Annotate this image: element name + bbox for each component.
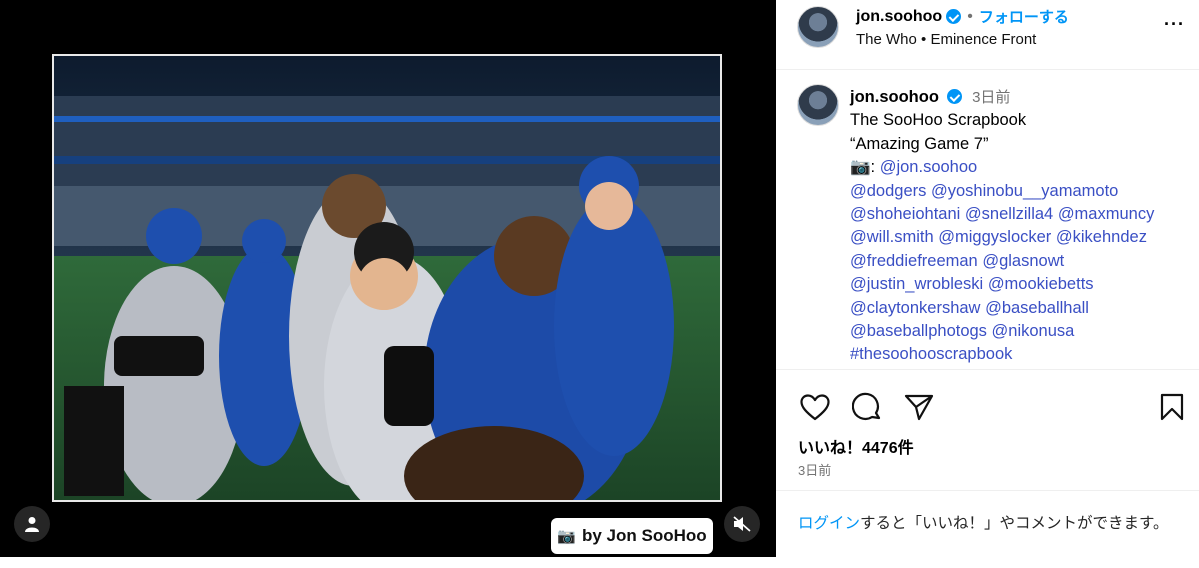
caption-line: The SooHoo Scrapbook (850, 111, 1027, 130)
save-button[interactable] (1157, 392, 1187, 422)
heart-icon (800, 393, 830, 420)
tag-people-button[interactable] (14, 506, 50, 542)
audio-muted-icon (733, 516, 751, 532)
comment-bubble-icon (852, 392, 881, 420)
mention-link[interactable]: @miggyslocker (938, 228, 1051, 246)
mention-link[interactable]: @glasnowt (982, 252, 1064, 270)
mention-link[interactable]: @kikehndez (1056, 228, 1147, 246)
post-caption: jon.soohoo 3日前 The SooHoo Scrapbook “Ama… (850, 86, 1195, 367)
caption-header-line: jon.soohoo 3日前 (850, 86, 1195, 109)
celebration-photo-illustration (54, 56, 720, 500)
caption-mentions: 📷: @jon.soohoo @dodgers @yoshinobu__yamam… (850, 156, 1195, 367)
share-button[interactable] (902, 392, 936, 422)
caption-line: “Amazing Game 7” (850, 134, 989, 153)
post-date[interactable]: 3日前 (798, 460, 831, 479)
login-prompt-text: すると「いいね！」やコメントができます。 (860, 515, 1169, 532)
login-link[interactable]: ログイン (798, 515, 860, 532)
audio-artist[interactable]: The Who (856, 31, 917, 48)
login-prompt: ログインすると「いいね！」やコメントができます。 (798, 512, 1193, 535)
mention-link[interactable]: @freddiefreeman (850, 252, 978, 270)
mention-link[interactable]: @baseballphotogs (850, 322, 987, 340)
more-horizontal-icon: ··· (1164, 14, 1185, 34)
caption-time[interactable]: 3日前 (972, 89, 1010, 106)
section-divider (776, 369, 1199, 370)
verified-badge-icon (946, 89, 962, 104)
caption-mention-line: @justin_wrobleski @mookiebetts (850, 273, 1195, 296)
post-header: jon.soohoo • フォローする The Who • Eminence F… (776, 0, 1199, 70)
caption-mention-line: @claytonkershaw @baseballhall (850, 297, 1195, 320)
paper-plane-icon (904, 394, 934, 421)
caption-mention-line: @freddiefreeman @glasnowt (850, 250, 1195, 273)
mention-link[interactable]: @yoshinobu__yamamoto (931, 182, 1118, 200)
mention-link[interactable]: @jon.soohoo (880, 158, 978, 176)
mention-link[interactable]: @claytonkershaw (850, 299, 980, 317)
mute-toggle-button[interactable] (724, 506, 760, 542)
hashtag-link[interactable]: #thesoohooscrapbook (850, 345, 1012, 363)
audio-track[interactable]: Eminence Front (930, 31, 1036, 48)
post-photo[interactable] (52, 54, 722, 502)
person-tag-icon (25, 517, 39, 532)
follow-button[interactable]: フォローする (979, 6, 1069, 27)
action-bar (798, 392, 936, 422)
caption-mention-line: @dodgers @yoshinobu__yamamoto (850, 180, 1195, 203)
caption-mention-line: 📷: @jon.soohoo (850, 156, 1195, 179)
author-avatar[interactable] (797, 6, 839, 48)
author-username[interactable]: jon.soohoo (856, 8, 942, 26)
post-sidebar: jon.soohoo • フォローする The Who • Eminence F… (776, 0, 1199, 568)
more-options-button[interactable]: ··· (1164, 14, 1185, 35)
mention-link[interactable]: @baseballhall (985, 299, 1089, 317)
likes-count[interactable]: いいね！4476件 (798, 434, 914, 458)
caption-mention-line: @baseballphotogs @nikonusa (850, 320, 1195, 343)
mention-link[interactable]: @dodgers (850, 182, 926, 200)
caption-mention-line: @will.smith @miggyslocker @kikehndez (850, 226, 1195, 249)
mention-link[interactable]: @mookiebetts (988, 275, 1094, 293)
section-divider (776, 490, 1199, 491)
bookmark-icon (1160, 393, 1184, 421)
like-button[interactable] (798, 392, 832, 422)
mention-link[interactable]: @justin_wrobleski (850, 275, 983, 293)
caption-mention-line: #thesoohooscrapbook (850, 343, 1195, 366)
caption-mention-line: @shoheiohtani @snellzilla4 @maxmuncy (850, 203, 1195, 226)
mention-link[interactable]: @nikonusa (992, 322, 1075, 340)
mention-link[interactable]: @will.smith (850, 228, 934, 246)
header-user-row: jon.soohoo • フォローする (856, 6, 1069, 27)
post-media[interactable]: 📷 by Jon SooHoo (0, 0, 776, 557)
audio-info[interactable]: The Who • Eminence Front (856, 31, 1036, 48)
photo-credit-text: by Jon SooHoo (582, 526, 707, 545)
camera-icon: 📷 (557, 528, 576, 545)
mention-link[interactable]: @snellzilla4 (965, 205, 1053, 223)
mention-link[interactable]: @shoheiohtani (850, 205, 960, 223)
caption-username[interactable]: jon.soohoo (850, 88, 939, 106)
camera-credit-prefix: 📷: (850, 158, 880, 177)
comment-button[interactable] (850, 392, 884, 422)
mention-link[interactable]: @maxmuncy (1058, 205, 1155, 223)
photo-credit-badge: 📷 by Jon SooHoo (551, 518, 713, 554)
caption-author-avatar[interactable] (797, 84, 839, 126)
separator-dot: • (967, 7, 973, 25)
verified-badge-icon (946, 9, 962, 24)
